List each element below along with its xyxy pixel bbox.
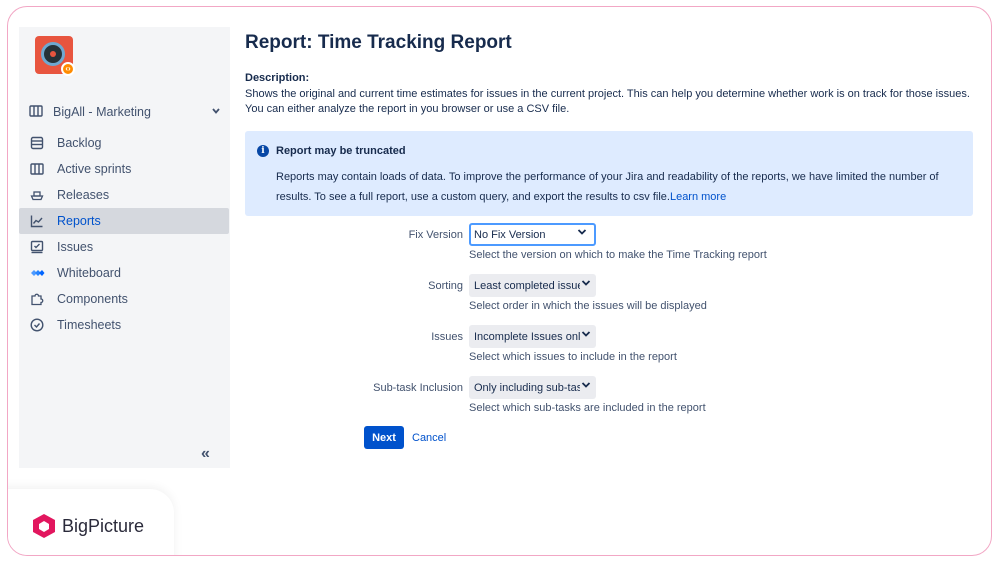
fix-version-label: Fix Version	[408, 229, 463, 241]
sidebar-item-label: Timesheets	[57, 318, 122, 332]
board-selector[interactable]: BigAll - Marketing	[29, 101, 229, 123]
sidebar-item-components[interactable]: Components	[19, 286, 230, 312]
issues-value: Incomplete Issues only	[474, 330, 580, 343]
app-frame: ‹› BigAll - Marketing Backlog Active spr…	[7, 6, 992, 556]
sidebar-item-label: Reports	[57, 214, 101, 228]
ship-icon	[29, 187, 45, 203]
issues-label: Issues	[431, 331, 463, 343]
sidebar-item-label: Issues	[57, 240, 94, 254]
fix-version-value: No Fix Version	[474, 228, 546, 241]
sidebar-item-label: Active sprints	[57, 162, 132, 176]
sidebar-item-label: Whiteboard	[57, 266, 121, 280]
sidebar-item-timesheets[interactable]: Timesheets	[19, 312, 230, 338]
sidebar-nav: Backlog Active sprints Releases Reports …	[19, 130, 230, 338]
board-icon	[29, 104, 45, 120]
sidebar-item-issues[interactable]: Issues	[19, 234, 230, 260]
subtask-select[interactable]: Only including sub-tasks	[469, 376, 596, 399]
code-badge-icon: ‹›	[61, 62, 75, 76]
puzzle-icon	[29, 291, 45, 307]
chevron-down-icon	[211, 106, 221, 119]
sidebar-item-backlog[interactable]: Backlog	[19, 130, 230, 156]
info-message-panel: i Report may be truncated Reports may co…	[245, 131, 973, 216]
sidebar-item-whiteboard[interactable]: Whiteboard	[19, 260, 230, 286]
fix-version-select[interactable]: No Fix Version	[469, 223, 596, 246]
next-button[interactable]: Next	[364, 426, 404, 449]
backlog-icon	[29, 135, 45, 151]
sidebar: ‹› BigAll - Marketing Backlog Active spr…	[19, 27, 230, 468]
description-heading: Description:	[245, 72, 310, 84]
info-body: Reports may contain loads of data. To im…	[276, 167, 956, 207]
info-body-text: Reports may contain loads of data. To im…	[276, 171, 939, 203]
chart-icon	[29, 213, 45, 229]
project-avatar[interactable]: ‹›	[35, 36, 75, 76]
sidebar-item-reports[interactable]: Reports	[19, 208, 229, 234]
sidebar-item-label: Components	[57, 292, 128, 306]
subtask-value: Only including sub-tasks	[474, 381, 580, 394]
chevron-down-icon	[580, 278, 592, 292]
whiteboard-icon	[29, 265, 45, 281]
description-text: Shows the original and current time esti…	[245, 88, 970, 115]
sidebar-item-label: Releases	[57, 188, 110, 202]
sorting-help: Select order in which the issues will be…	[469, 300, 707, 312]
page-title: Report: Time Tracking Report	[245, 32, 512, 53]
bigpicture-logo-icon	[32, 513, 56, 539]
subtask-label: Sub-task Inclusion	[373, 382, 463, 394]
fix-version-help: Select the version on which to make the …	[469, 249, 767, 261]
info-title: Report may be truncated	[276, 145, 406, 157]
sorting-select[interactable]: Least completed issues first	[469, 274, 596, 297]
issues-select[interactable]: Incomplete Issues only	[469, 325, 596, 348]
info-icon: i	[257, 145, 269, 157]
chevron-down-icon	[580, 380, 592, 394]
issues-help: Select which issues to include in the re…	[469, 351, 677, 363]
subtask-help: Select which sub-tasks are included in t…	[469, 402, 706, 414]
sorting-label: Sorting	[428, 280, 463, 292]
sidebar-item-active-sprints[interactable]: Active sprints	[19, 156, 230, 182]
brand-name: BigPicture	[62, 516, 145, 536]
issues-icon	[29, 239, 45, 255]
sidebar-item-releases[interactable]: Releases	[19, 182, 230, 208]
board-icon	[29, 161, 45, 177]
chevron-down-icon	[580, 329, 592, 343]
vinyl-disc-icon	[41, 42, 65, 66]
learn-more-link[interactable]: Learn more	[670, 191, 726, 203]
clock-icon	[29, 317, 45, 333]
board-name: BigAll - Marketing	[53, 105, 151, 119]
sidebar-item-label: Backlog	[57, 136, 102, 150]
sorting-value: Least completed issues first	[474, 279, 580, 292]
chevron-down-icon	[576, 227, 588, 241]
collapse-sidebar-button[interactable]: «	[201, 445, 210, 463]
cancel-button[interactable]: Cancel	[412, 432, 446, 444]
